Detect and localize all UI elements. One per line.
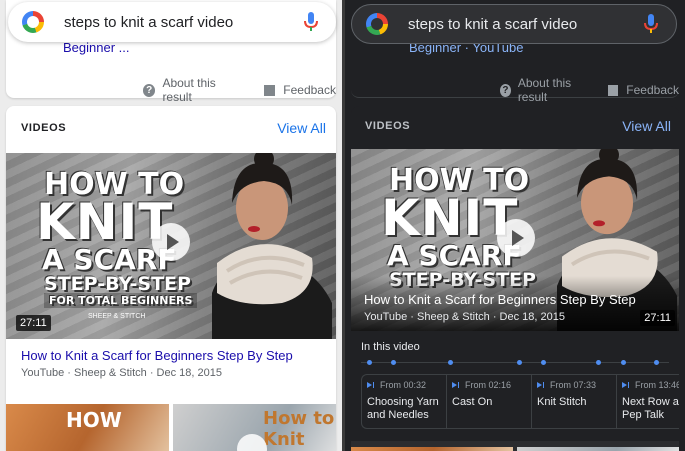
feedback-link[interactable]: Feedback (626, 83, 679, 97)
next-video-thumbnail[interactable] (351, 447, 513, 451)
google-logo-icon (22, 11, 44, 33)
chapter-name: Next Row and Pep Talk (622, 396, 679, 421)
chapter-timeline[interactable] (361, 360, 669, 365)
chapter-item[interactable]: From 13:46 Next Row and Pep Talk (616, 374, 679, 429)
thumbnail-text-line5: FOR TOTAL BEGINNERS (44, 293, 198, 308)
in-this-video-label: In this video (361, 341, 420, 353)
view-all-link[interactable]: View All (277, 120, 326, 136)
video-meta: YouTube · Sheep & Stitch · Dec 18, 2015 (21, 367, 222, 379)
video-thumbnail[interactable]: HOW TO KNIT A SCARF STEP-BY-STEP FOR TOT… (6, 153, 336, 339)
chapter-marker[interactable] (391, 360, 396, 365)
search-bar[interactable]: steps to knit a scarf video (351, 4, 677, 44)
video-duration: 27:11 (16, 315, 51, 331)
next-video-thumbnail[interactable] (517, 447, 679, 451)
in-this-video-section: In this video From 00:32 Choosing Yarn a… (351, 337, 679, 437)
chapter-play-icon (537, 381, 545, 389)
chapter-name: Knit Stitch (537, 396, 587, 408)
thumbnail-text-line4: STEP-BY-STEP (44, 273, 191, 295)
result-footer: ? About this result Feedback (500, 76, 679, 104)
chapter-play-icon (622, 381, 630, 389)
video-title-link[interactable]: How to Knit a Scarf for Beginners Step B… (364, 292, 636, 307)
info-icon[interactable]: ? (500, 83, 511, 97)
chapter-play-icon (452, 381, 460, 389)
chapter-item[interactable]: From 02:16 Cast On (446, 374, 531, 429)
next-video-thumbnail[interactable]: How to Knit (173, 404, 336, 451)
chapter-time: From 13:46 (635, 380, 679, 390)
next-thumbnail-text: How to Knit (263, 408, 335, 450)
play-icon[interactable] (152, 223, 190, 261)
feedback-icon[interactable] (263, 84, 276, 96)
video-meta: YouTube · Sheep & Stitch · Dec 18, 2015 (364, 311, 565, 323)
chapter-item[interactable]: From 07:33 Knit Stitch (531, 374, 616, 429)
chapter-time: From 00:32 (380, 380, 427, 390)
chapter-marker[interactable] (367, 360, 372, 365)
presenter-image (212, 153, 332, 339)
search-input[interactable]: steps to knit a scarf video (64, 14, 300, 31)
chapter-time: From 02:16 (465, 380, 512, 390)
search-bar[interactable]: steps to knit a scarf video (8, 2, 336, 42)
chapter-list: From 00:32 Choosing Yarn and Needles Fro… (361, 374, 679, 429)
chapter-marker[interactable] (596, 360, 601, 365)
feedback-icon[interactable] (608, 84, 619, 96)
dark-mode-panel: Beginner · YouTube ? About this result F… (345, 0, 685, 451)
videos-heading: VIDEOS (21, 122, 67, 134)
chapter-marker[interactable] (517, 360, 522, 365)
view-all-link[interactable]: View All (622, 118, 671, 134)
google-logo-icon (366, 13, 388, 35)
microphone-icon[interactable] (300, 11, 322, 33)
search-input[interactable]: steps to knit a scarf video (408, 16, 640, 33)
next-thumbnail-text: HOW (66, 408, 122, 432)
next-video-thumbnail[interactable]: HOW (6, 404, 169, 451)
about-this-result-link[interactable]: About this result (162, 76, 244, 104)
video-title-link[interactable]: How to Knit a Scarf for Beginners Step B… (21, 348, 293, 363)
video-thumbnail[interactable]: HOW TO KNIT A SCARF STEP-BY-STEP How to … (351, 149, 679, 331)
chapter-time: From 07:33 (550, 380, 597, 390)
result-footer: ? About this result Feedback (143, 76, 336, 104)
feedback-link[interactable]: Feedback (283, 83, 336, 97)
videos-card: VIDEOS View All HOW TO KNIT A SCARF STEP… (6, 106, 336, 451)
more-videos-row (351, 447, 679, 451)
chapter-play-icon (367, 381, 375, 389)
chapter-name: Cast On (452, 396, 493, 408)
video-duration: 27:11 (640, 310, 675, 326)
about-this-result-link[interactable]: About this result (518, 76, 590, 104)
videos-card: VIDEOS View All HOW TO KNIT A SCARF STEP… (351, 106, 679, 451)
previous-result-fragment[interactable]: Beginner ... (63, 40, 130, 55)
play-icon[interactable] (497, 219, 535, 257)
info-icon[interactable]: ? (143, 83, 156, 97)
videos-heading: VIDEOS (365, 120, 411, 132)
chapter-marker[interactable] (448, 360, 453, 365)
more-videos-row: HOW How to Knit (6, 404, 336, 451)
chapter-marker[interactable] (541, 360, 546, 365)
chapter-marker[interactable] (654, 360, 659, 365)
light-mode-panel: Beginner ... ? About this result Feedbac… (0, 0, 342, 451)
chapter-marker[interactable] (621, 360, 626, 365)
thumbnail-brand: SHEEP & STITCH (88, 313, 146, 320)
chapter-item[interactable]: From 00:32 Choosing Yarn and Needles (361, 374, 446, 429)
chapter-name: Choosing Yarn and Needles (367, 396, 439, 421)
microphone-icon[interactable] (640, 13, 662, 35)
